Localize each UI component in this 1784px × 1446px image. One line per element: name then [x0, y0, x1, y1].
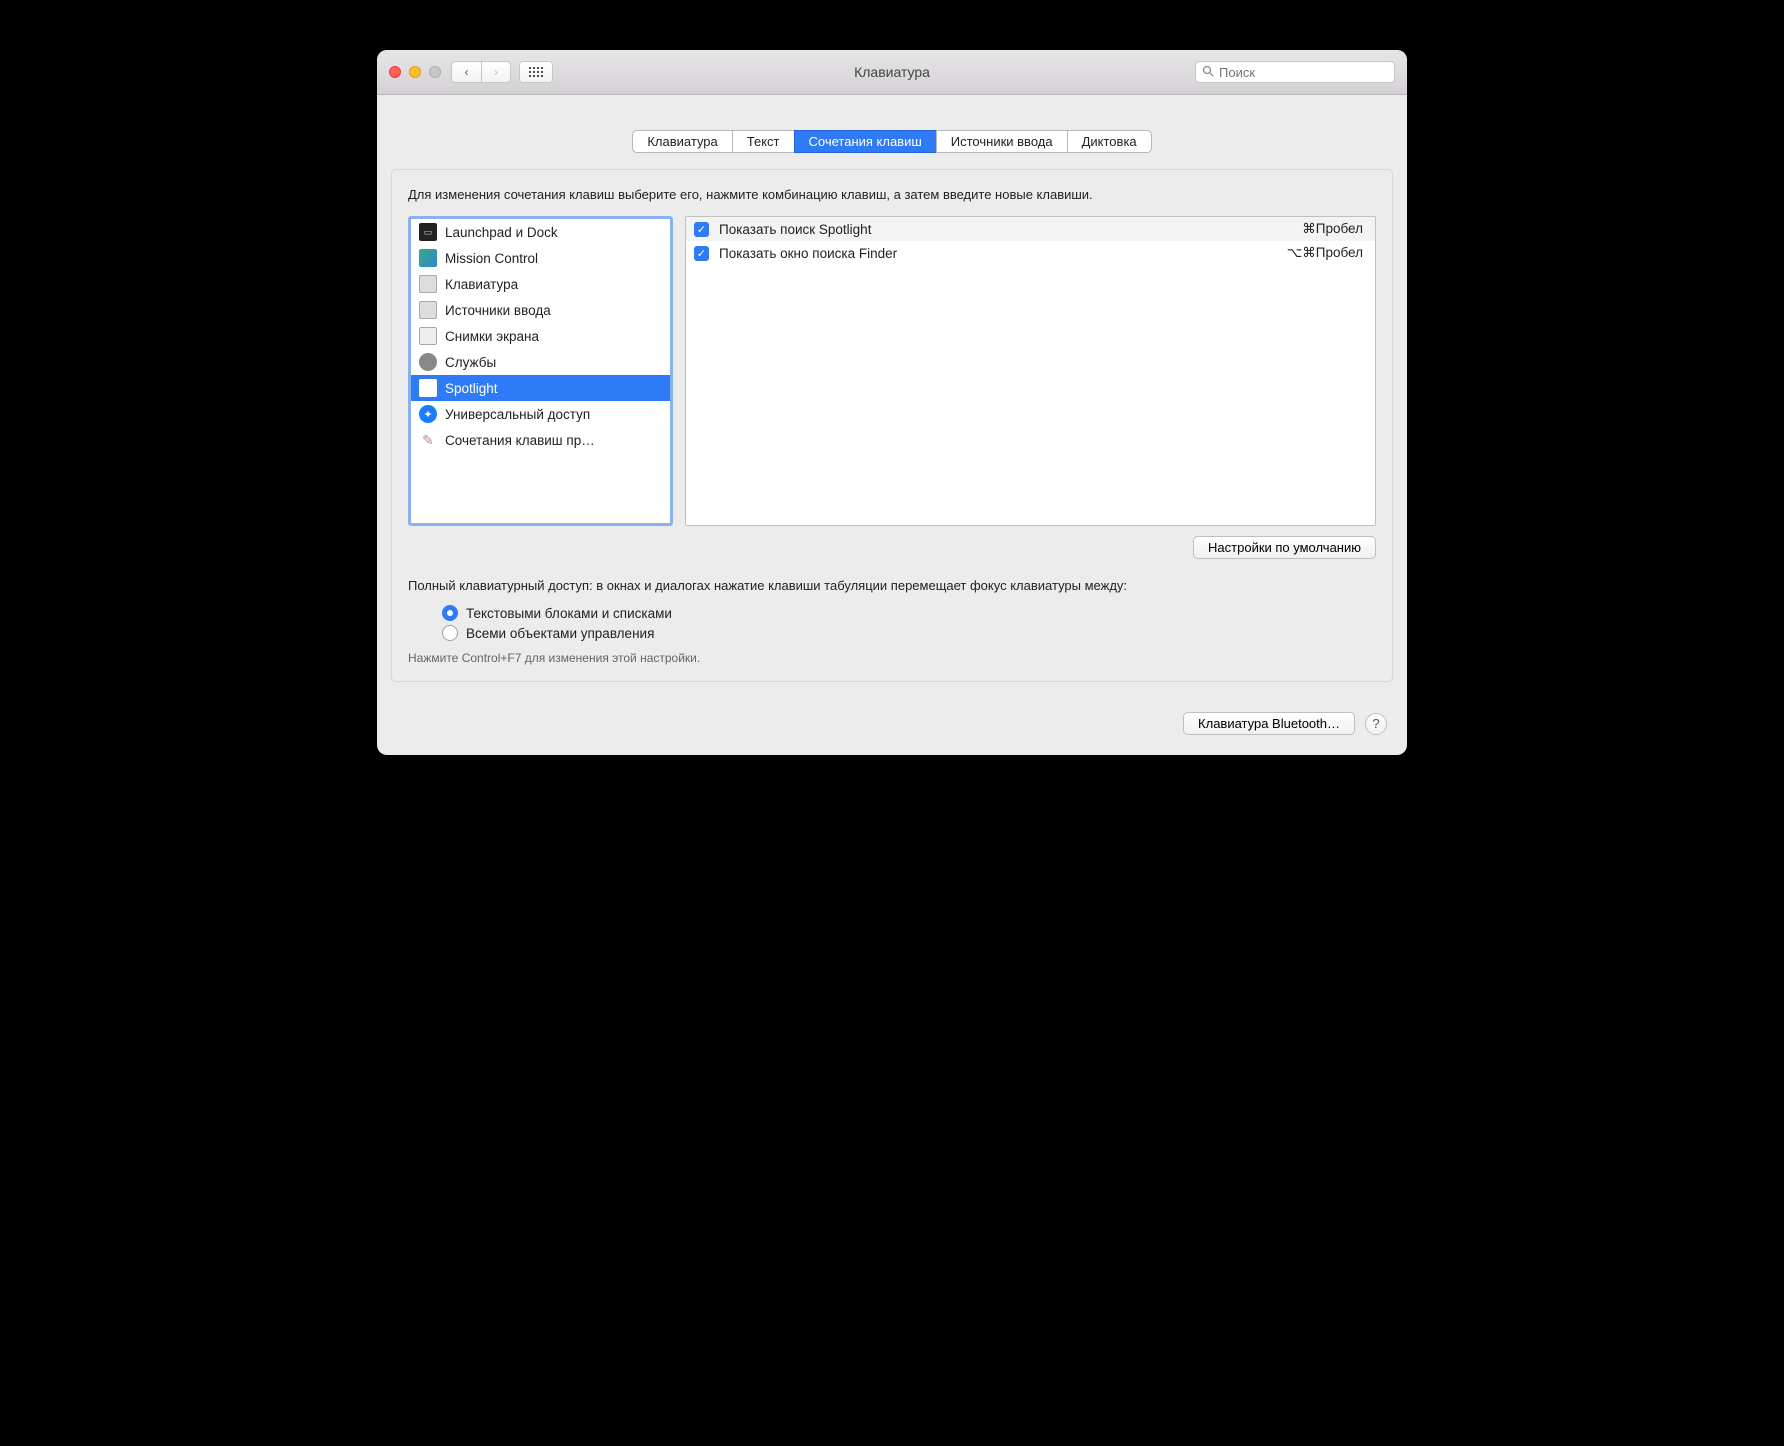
instruction-text: Для изменения сочетания клавиш выберите … [408, 186, 1376, 204]
category-input-sources[interactable]: Источники ввода [411, 297, 670, 323]
help-icon: ? [1372, 716, 1379, 731]
back-button[interactable]: ‹ [451, 61, 481, 83]
radio-button[interactable] [442, 605, 458, 621]
chevron-left-icon: ‹ [465, 65, 469, 79]
tab-shortcuts[interactable]: Сочетания клавиш [794, 130, 936, 153]
category-label: Spotlight [445, 381, 498, 396]
nav-buttons: ‹ › [451, 61, 511, 83]
access-description: Полный клавиатурный доступ: в окнах и ди… [408, 577, 1376, 595]
category-app-shortcuts[interactable]: ✎ Сочетания клавиш пр… [411, 427, 670, 453]
shortcut-key[interactable]: ⌥⌘Пробел [1287, 245, 1363, 261]
full-keyboard-access: Полный клавиатурный доступ: в окнах и ди… [408, 577, 1376, 665]
preferences-window: ‹ › Клавиатура Клавиатура Текст Сочетани [377, 50, 1407, 755]
category-list[interactable]: ▭ Launchpad и Dock Mission Control Клави… [408, 216, 673, 526]
accessibility-icon: ✦ [419, 405, 437, 423]
category-keyboard[interactable]: Клавиатура [411, 271, 670, 297]
category-label: Mission Control [445, 251, 538, 266]
shortcut-key[interactable]: ⌘Пробел [1302, 221, 1363, 237]
shortcuts-panel: Для изменения сочетания клавиш выберите … [391, 169, 1393, 682]
category-label: Универсальный доступ [445, 407, 590, 422]
radio-label: Текстовыми блоками и списками [466, 606, 672, 621]
tab-dictation[interactable]: Диктовка [1067, 130, 1152, 153]
category-label: Снимки экрана [445, 329, 539, 344]
category-mission-control[interactable]: Mission Control [411, 245, 670, 271]
help-button[interactable]: ? [1365, 713, 1387, 735]
shortcut-list[interactable]: ✓ Показать поиск Spotlight ⌘Пробел ✓ Пок… [685, 216, 1376, 526]
search-field[interactable] [1195, 61, 1395, 83]
chevron-right-icon: › [494, 65, 498, 79]
search-icon [1202, 65, 1214, 80]
access-hint: Нажмите Control+F7 для изменения этой на… [408, 651, 1376, 665]
bluetooth-keyboard-button[interactable]: Клавиатура Bluetooth… [1183, 712, 1355, 735]
tab-keyboard[interactable]: Клавиатура [632, 130, 731, 153]
app-shortcuts-icon: ✎ [419, 431, 437, 449]
footer: Клавиатура Bluetooth… ? [391, 712, 1393, 735]
tab-input-sources[interactable]: Источники ввода [936, 130, 1067, 153]
screenshot-icon [419, 327, 437, 345]
radio-label: Всеми объектами управления [466, 626, 654, 641]
titlebar: ‹ › Клавиатура [377, 50, 1407, 95]
close-button[interactable] [389, 66, 401, 78]
shortcut-row[interactable]: ✓ Показать окно поиска Finder ⌥⌘Пробел [686, 241, 1375, 265]
minimize-button[interactable] [409, 66, 421, 78]
category-label: Клавиатура [445, 277, 518, 292]
category-accessibility[interactable]: ✦ Универсальный доступ [411, 401, 670, 427]
shortcut-checkbox[interactable]: ✓ [694, 222, 709, 237]
mission-control-icon [419, 249, 437, 267]
shortcut-checkbox[interactable]: ✓ [694, 246, 709, 261]
tabs: Клавиатура Текст Сочетания клавиш Источн… [391, 130, 1393, 153]
keyboard-icon [419, 275, 437, 293]
radio-button[interactable] [442, 625, 458, 641]
category-launchpad-dock[interactable]: ▭ Launchpad и Dock [411, 219, 670, 245]
launchpad-icon: ▭ [419, 223, 437, 241]
shortcut-row[interactable]: ✓ Показать поиск Spotlight ⌘Пробел [686, 217, 1375, 241]
restore-defaults-button[interactable]: Настройки по умолчанию [1193, 536, 1376, 559]
zoom-button [429, 66, 441, 78]
category-label: Launchpad и Dock [445, 225, 558, 240]
lists-row: ▭ Launchpad и Dock Mission Control Клави… [408, 216, 1376, 526]
category-spotlight[interactable]: Spotlight [411, 375, 670, 401]
radio-text-lists[interactable]: Текстовыми блоками и списками [442, 603, 1376, 623]
category-label: Службы [445, 355, 496, 370]
window-controls [389, 66, 441, 78]
spotlight-icon [419, 379, 437, 397]
content-area: Клавиатура Текст Сочетания клавиш Источн… [377, 130, 1407, 755]
forward-button[interactable]: › [481, 61, 511, 83]
category-label: Сочетания клавиш пр… [445, 433, 595, 448]
access-radio-group: Текстовыми блоками и списками Всеми объе… [442, 603, 1376, 643]
radio-all-controls[interactable]: Всеми объектами управления [442, 623, 1376, 643]
grid-icon [529, 67, 543, 77]
search-input[interactable] [1219, 65, 1395, 80]
tab-text[interactable]: Текст [732, 130, 794, 153]
services-icon [419, 353, 437, 371]
input-sources-icon [419, 301, 437, 319]
show-all-button[interactable] [519, 61, 553, 83]
category-label: Источники ввода [445, 303, 551, 318]
defaults-row: Настройки по умолчанию [408, 536, 1376, 559]
category-screenshots[interactable]: Снимки экрана [411, 323, 670, 349]
shortcut-label: Показать поиск Spotlight [719, 222, 1292, 237]
category-services[interactable]: Службы [411, 349, 670, 375]
shortcut-label: Показать окно поиска Finder [719, 246, 1277, 261]
